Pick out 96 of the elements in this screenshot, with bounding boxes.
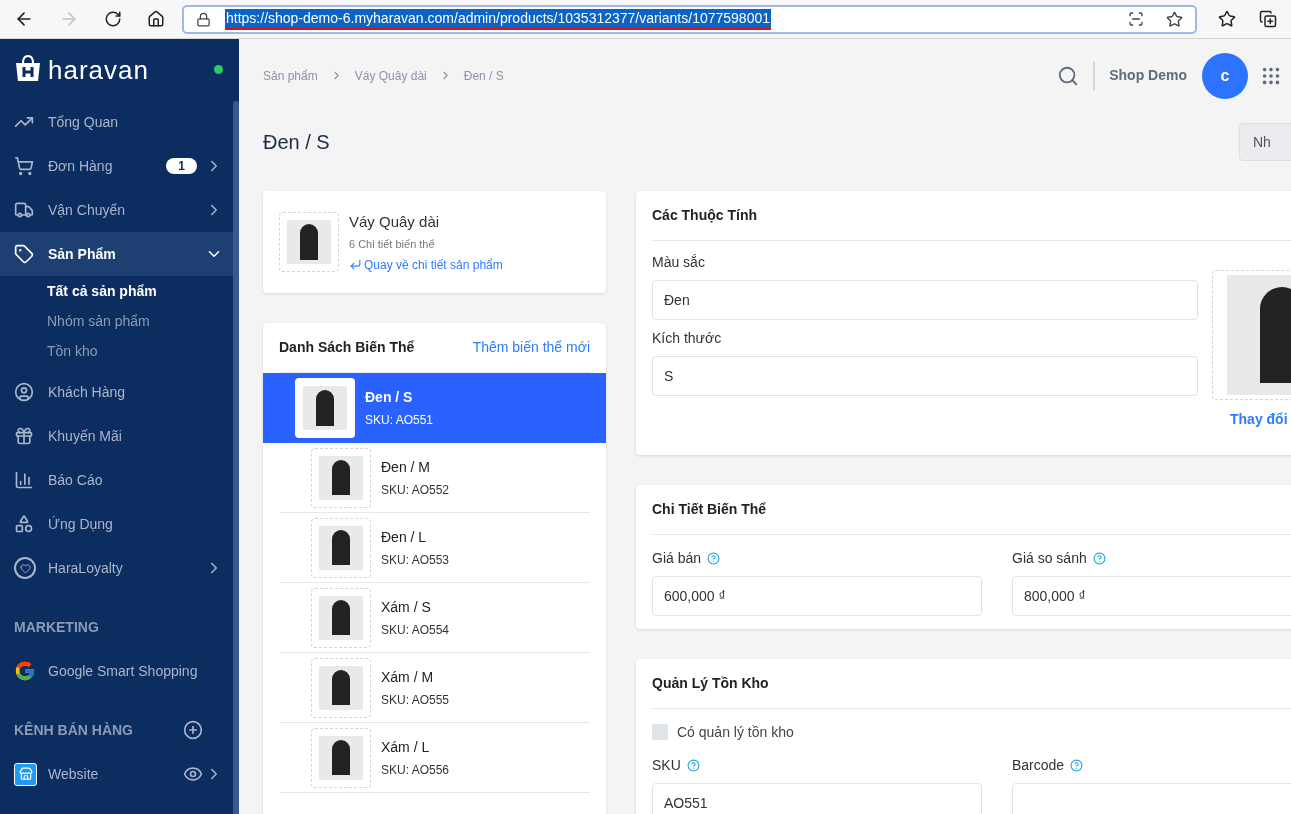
product-name: Váy Quây dài — [349, 211, 441, 232]
nav-item[interactable]: Báo Cáo — [0, 458, 233, 502]
checkbox-label: Có quản lý tồn kho — [677, 722, 794, 742]
lock-icon — [196, 11, 211, 27]
nav-item[interactable]: Đơn Hàng 1 — [0, 144, 233, 188]
card-title: Chi Tiết Biến Thể — [652, 500, 767, 519]
user-circle-icon — [14, 382, 34, 402]
user-avatar[interactable]: c — [1202, 52, 1248, 99]
nav-subitem[interactable]: Tất cả sản phẩm — [0, 276, 233, 306]
variant-name: Đen / S — [365, 388, 414, 407]
add-variant-link[interactable]: Thêm biến thể mới — [472, 337, 590, 358]
url-text[interactable]: https://shop-demo-6.myharavan.com/admin/products/1035312377/variants/1077598001 — [225, 8, 771, 30]
photo-placeholder — [319, 455, 363, 500]
photo-placeholder — [319, 665, 363, 710]
section-heading: KÊNH BÁN HÀNG — [14, 720, 133, 740]
storefront-icon — [14, 762, 37, 786]
variant-sku: SKU: AO554 — [381, 621, 450, 639]
nav-item[interactable]: Khuyến Mãi — [0, 414, 233, 458]
variant-sku: SKU: AO552 — [381, 481, 450, 499]
input-field[interactable]: 600,000 ₫ — [652, 576, 982, 616]
nav-subitem[interactable]: Nhóm sản phẩm — [0, 306, 233, 336]
logo-text: haravan — [48, 56, 149, 83]
address-bar[interactable]: https://shop-demo-6.myharavan.com/admin/products/1035312377/variants/1077598001 — [182, 4, 1197, 34]
field-label: SKU — [652, 755, 681, 775]
qr-icon[interactable] — [1128, 11, 1144, 27]
star-plus-icon[interactable] — [1166, 10, 1183, 28]
card-title: Quản Lý Tồn Kho — [652, 674, 769, 693]
field-label: Giá bán — [652, 548, 702, 568]
variant-name: Xám / M — [381, 667, 435, 687]
help-icon[interactable] — [1092, 551, 1106, 565]
return-arrow-icon — [349, 258, 362, 271]
section-heading: MARKETING — [14, 617, 99, 637]
photo-placeholder — [319, 525, 363, 570]
field-label: Giá so sánh — [1012, 548, 1087, 568]
card-title: Các Thuộc Tính — [652, 206, 757, 225]
variant-row[interactable]: Xám / S SKU: AO554 — [279, 583, 590, 653]
variant-row[interactable]: Đen / L SKU: AO553 — [279, 513, 590, 583]
variant-sku: SKU: AO553 — [381, 551, 450, 569]
search-icon[interactable] — [1057, 64, 1080, 87]
variant-sku: SKU: AO551 — [365, 412, 434, 429]
input-field[interactable]: 800,000 ₫ — [1012, 576, 1291, 616]
reload-icon[interactable] — [104, 10, 122, 28]
photo-placeholder — [287, 220, 331, 264]
g-logo-icon — [14, 660, 36, 682]
card-title: Danh Sách Biến Thể — [279, 338, 415, 357]
variant-row[interactable]: Đen / S SKU: AO551 — [263, 373, 606, 443]
nav-item[interactable]: Tổng Quan — [0, 100, 233, 144]
input-field[interactable]: Đen — [652, 280, 1198, 320]
photo-placeholder — [319, 595, 363, 640]
count-badge: 1 — [166, 158, 197, 174]
action-button[interactable]: Nh — [1239, 123, 1291, 161]
variant-sku: SKU: AO555 — [381, 691, 450, 709]
help-icon[interactable] — [707, 551, 721, 565]
eye-icon[interactable] — [183, 764, 203, 784]
checkbox[interactable] — [652, 724, 668, 740]
variant-name: Đen / L — [381, 527, 428, 547]
photo-placeholder — [319, 735, 363, 780]
field-label: Kích thước — [652, 328, 722, 348]
scrollbar[interactable] — [233, 101, 239, 814]
page-title: Đen / S — [263, 130, 330, 155]
variant-count: 6 Chi tiết biến thể — [349, 237, 436, 252]
help-icon[interactable] — [686, 758, 700, 772]
bar-chart-icon — [14, 470, 34, 490]
nav-item[interactable]: Sản Phẩm — [0, 232, 233, 276]
variant-sku: SKU: AO556 — [381, 761, 450, 779]
collections-icon[interactable] — [1259, 10, 1277, 28]
tag-icon — [14, 244, 34, 264]
help-icon[interactable] — [1070, 758, 1084, 772]
nav-item[interactable]: HaraLoyalty — [0, 546, 233, 590]
field-label: Màu sắc — [652, 252, 705, 272]
input-field[interactable]: S — [652, 356, 1198, 396]
variant-name: Xám / S — [381, 597, 432, 617]
variant-name: Đen / M — [381, 457, 431, 477]
variant-row[interactable]: Xám / L SKU: AO556 — [279, 723, 590, 793]
nav-item[interactable]: Ứng Dụng — [0, 502, 233, 546]
back-link[interactable]: Quay về chi tiết sản phẩm — [349, 255, 503, 274]
variant-name: Xám / L — [381, 737, 431, 757]
add-icon[interactable] — [183, 720, 203, 740]
field-label: Barcode — [1012, 755, 1065, 775]
variant-row[interactable]: Đen / M SKU: AO552 — [279, 443, 590, 513]
photo-placeholder — [303, 386, 347, 430]
shop-name[interactable]: Shop Demo — [1109, 65, 1187, 86]
nav-item[interactable]: Website — [0, 752, 233, 796]
gift-icon — [14, 426, 34, 446]
shapes-icon — [14, 514, 34, 534]
truck-icon — [14, 200, 34, 220]
nav-item[interactable]: Google Smart Shopping — [0, 649, 233, 693]
input-field[interactable]: AO551 — [652, 783, 982, 814]
favorites-icon[interactable] — [1218, 10, 1236, 28]
nav-subitem[interactable]: Tồn kho — [0, 336, 233, 366]
nav-item[interactable]: Khách Hàng — [0, 370, 233, 414]
cart-icon — [14, 156, 34, 176]
variant-row[interactable]: Xám / M SKU: AO555 — [279, 653, 590, 723]
home-icon[interactable] — [147, 10, 165, 28]
nav-item[interactable]: Vận Chuyển — [0, 188, 233, 232]
change-image-link[interactable]: Thay đổi — [1230, 409, 1288, 430]
